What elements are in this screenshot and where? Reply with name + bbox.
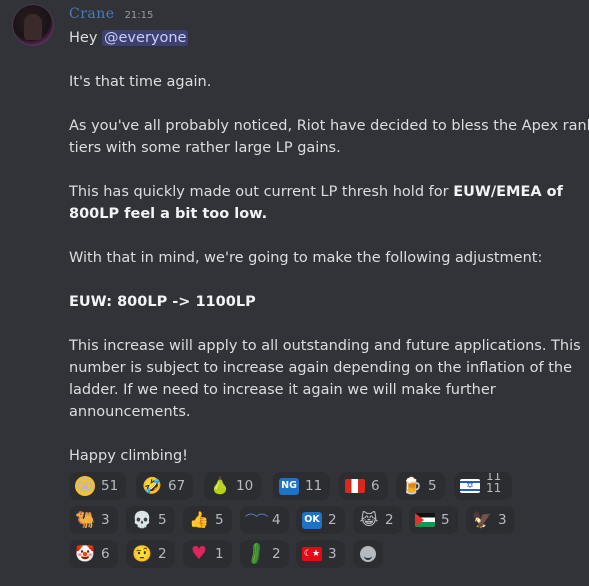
star-of-david-icon: ✡ [466, 481, 474, 491]
message-line: number is subject to increase again depe… [69, 360, 573, 376]
chat-message: Crane 21:15 Hey @everyone It's that time… [0, 0, 589, 586]
reaction-count: 3 [498, 512, 507, 528]
reaction-count: 5 [215, 512, 224, 528]
camel-icon: 🐫 [75, 510, 95, 529]
reaction-raised-eyebrow[interactable]: 🤨 2 [126, 540, 175, 568]
reaction-red-heart[interactable]: ♥ 1 [183, 540, 232, 568]
flag-israel-icon: ✡ [460, 479, 480, 493]
reaction-count: 3 [328, 546, 337, 562]
reaction-flag-peru[interactable]: 6 [339, 472, 388, 500]
skull-icon: 💀 [132, 510, 152, 529]
face-with-raised-eyebrow-icon: 🤨 [132, 544, 152, 563]
reaction-rofl[interactable]: 🤣 67 [136, 472, 194, 500]
message-line: ladder. If we need to increase it again … [69, 382, 496, 398]
pear-icon: 🍐 [210, 476, 230, 495]
ng-button-icon: NG [279, 477, 299, 495]
reaction-count: 51 [101, 478, 119, 494]
bold-text: EUW/EMEA of [453, 184, 563, 200]
reaction-count: 5 [428, 478, 437, 494]
add-reaction-smiley-icon [360, 546, 376, 562]
reaction-count: 3 [101, 512, 110, 528]
author-avatar[interactable] [12, 4, 54, 46]
red-heart-icon: ♥ [190, 543, 208, 564]
reaction-ng[interactable]: NG 11 [273, 472, 331, 500]
message-line: This increase will apply to all outstand… [69, 338, 581, 354]
message-text: This has quickly made out current LP thr… [69, 184, 454, 200]
reaction-count: 6 [101, 546, 110, 562]
reaction-count: 11 [486, 481, 502, 495]
message-header: Crane 21:15 [69, 6, 153, 26]
reaction-count: 2 [328, 512, 337, 528]
reaction-count: 11 [305, 478, 323, 494]
beer-mug-icon: 🍺 [402, 476, 422, 495]
reaction-count: 67 [168, 478, 186, 494]
rolling-on-floor-laughing-icon: 🤣 [142, 476, 162, 495]
reaction-count: 4 [272, 512, 281, 528]
reaction-flag-turkey[interactable]: ☾★ 3 [296, 540, 345, 568]
reaction-count: 5 [441, 512, 450, 528]
loudly-crying-face-icon: 😭 [75, 476, 95, 496]
reaction-cat-joy[interactable]: 😹 2 [353, 506, 402, 534]
reaction-eyelashes[interactable]: ⌒⌒ 4 [240, 506, 289, 534]
flag-peru-icon [345, 479, 365, 493]
reaction-count: 5 [158, 512, 167, 528]
reaction-count: 10 [236, 478, 254, 494]
reaction-count: 2 [385, 512, 394, 528]
greeting-text: Hey [69, 30, 98, 46]
reaction-clown[interactable]: 🤡 6 [69, 540, 118, 568]
reaction-skull[interactable]: 💀 5 [126, 506, 175, 534]
flag-turkey-icon: ☾★ [302, 547, 322, 561]
reaction-beer[interactable]: 🍺 5 [396, 472, 445, 500]
bold-text: EUW: 800LP -> 1100LP [69, 294, 256, 310]
reaction-count: 2 [158, 546, 167, 562]
reaction-count: 6 [371, 478, 380, 494]
reaction-count: 1 [215, 546, 224, 562]
reaction-flag-palestine[interactable]: 5 [409, 506, 458, 534]
message-timestamp[interactable]: 21:15 [125, 10, 154, 21]
reaction-pear[interactable]: 🍐 10 [204, 472, 262, 500]
cucumber-icon: 🥒 [241, 539, 270, 568]
ok-button-icon: OK [302, 511, 322, 529]
eyelashes-icon: ⌒⌒ [245, 513, 268, 527]
reaction-cucumber[interactable]: 🥒 2 [240, 540, 289, 568]
reaction-flag-israel[interactable]: ✡ 11 11 [454, 472, 512, 500]
reaction-camel[interactable]: 🐫 3 [69, 506, 118, 534]
reaction-loudly-crying[interactable]: 😭 51 [69, 472, 127, 500]
message-line: tiers with some rather large LP gains. [69, 140, 341, 156]
reaction-eagle[interactable]: 🦅 3 [466, 506, 515, 534]
message-line: With that in mind, we're going to make t… [69, 250, 543, 266]
author-name[interactable]: Crane [69, 6, 115, 22]
reaction-ok[interactable]: OK 2 [296, 506, 345, 534]
flag-palestine-icon [415, 513, 435, 527]
message-line: announcements. [69, 404, 191, 420]
reaction-thumbs-up[interactable]: 👍 5 [183, 506, 232, 534]
reaction-count: 2 [272, 546, 281, 562]
message-line: It's that time again. [69, 74, 212, 90]
everyone-mention[interactable]: @everyone [102, 30, 189, 46]
message-content: Hey @everyone It's that time again. As y… [69, 27, 589, 467]
message-line: As you've all probably noticed, Riot hav… [69, 118, 589, 134]
eagle-icon: 🦅 [472, 510, 492, 529]
thumbs-up-icon: 👍 [189, 510, 209, 529]
bold-text: 800LP feel a bit too low. [69, 206, 268, 222]
add-reaction-button[interactable] [353, 540, 383, 568]
cat-tears-of-joy-icon: 😹 [359, 510, 379, 529]
message-line: Happy climbing! [69, 448, 188, 464]
clown-face-icon: 🤡 [75, 544, 95, 563]
